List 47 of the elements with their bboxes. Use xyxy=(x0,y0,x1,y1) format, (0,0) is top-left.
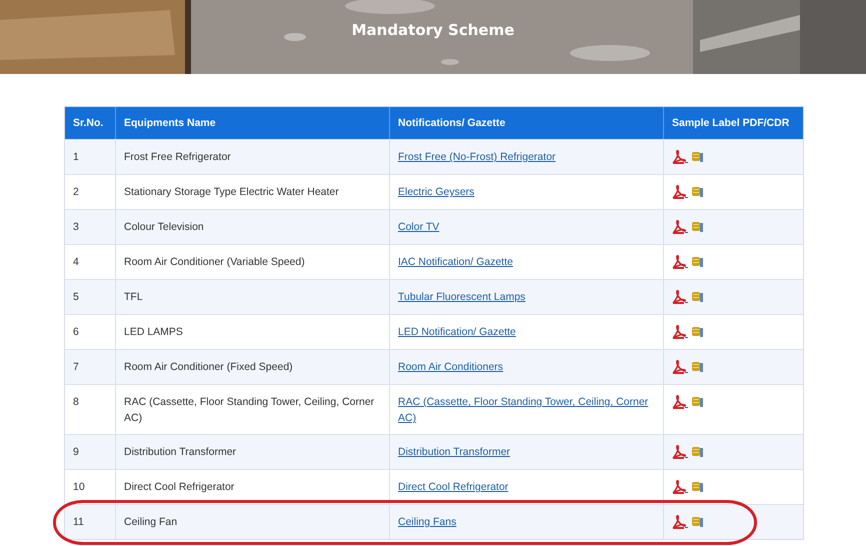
equipment-name: Ceiling Fan xyxy=(115,505,389,539)
notification-link[interactable]: IAC Notification/ Gazette xyxy=(398,254,513,270)
notification-link[interactable]: Room Air Conditioners xyxy=(398,359,504,375)
pdf-icon[interactable] xyxy=(672,515,688,529)
serial-number: 9 xyxy=(72,445,80,460)
pdf-icon[interactable] xyxy=(672,255,688,269)
pdf-icon[interactable] xyxy=(672,290,688,304)
page-title: Mandatory Scheme xyxy=(352,21,514,39)
notification-link[interactable]: RAC (Cassette, Floor Standing Tower, Ceiling, Corner AC) xyxy=(398,394,655,426)
pdf-icon[interactable] xyxy=(672,220,688,234)
serial-number: 5 xyxy=(72,290,80,305)
archive-icon[interactable] xyxy=(691,255,704,268)
serial-number: 2 xyxy=(72,185,80,200)
pdf-icon[interactable] xyxy=(672,445,688,459)
column-header: Sr.No. xyxy=(72,116,104,131)
serial-number: 6 xyxy=(72,325,80,340)
pdf-icon[interactable] xyxy=(672,325,688,339)
archive-icon[interactable] xyxy=(691,360,704,373)
notification-link[interactable]: Electric Geysers xyxy=(398,184,474,200)
pdf-icon[interactable] xyxy=(672,185,688,199)
notification-link[interactable]: Direct Cool Refrigerator xyxy=(398,479,508,495)
archive-icon[interactable] xyxy=(691,150,704,163)
notification-link[interactable]: Tubular Fluorescent Lamps xyxy=(398,289,526,305)
pdf-icon[interactable] xyxy=(672,150,688,164)
serial-number: 10 xyxy=(72,480,86,495)
archive-icon[interactable] xyxy=(691,445,704,458)
notification-link[interactable]: Distribution Transformer xyxy=(398,444,510,460)
archive-icon[interactable] xyxy=(691,290,704,303)
serial-number: 3 xyxy=(72,220,80,235)
archive-icon[interactable] xyxy=(691,220,704,233)
pdf-icon[interactable] xyxy=(672,395,688,409)
notification-link[interactable]: LED Notification/ Gazette xyxy=(398,324,516,340)
serial-number: 11 xyxy=(72,515,85,530)
archive-icon[interactable] xyxy=(691,515,704,528)
archive-icon[interactable] xyxy=(691,185,704,198)
pdf-icon[interactable] xyxy=(672,360,688,374)
serial-number: 8 xyxy=(72,395,80,410)
notification-link[interactable]: Color TV xyxy=(398,219,440,235)
notification-link[interactable]: Frost Free (No-Frost) Refrigerator xyxy=(398,149,556,165)
serial-number: 1 xyxy=(72,150,80,165)
archive-icon[interactable] xyxy=(691,325,704,338)
archive-icon[interactable] xyxy=(691,395,704,408)
serial-number: 7 xyxy=(72,360,80,375)
notification-link[interactable]: Ceiling Fans xyxy=(398,514,456,530)
serial-number: 4 xyxy=(72,255,80,270)
archive-icon[interactable] xyxy=(691,480,704,493)
pdf-icon[interactable] xyxy=(672,480,688,494)
